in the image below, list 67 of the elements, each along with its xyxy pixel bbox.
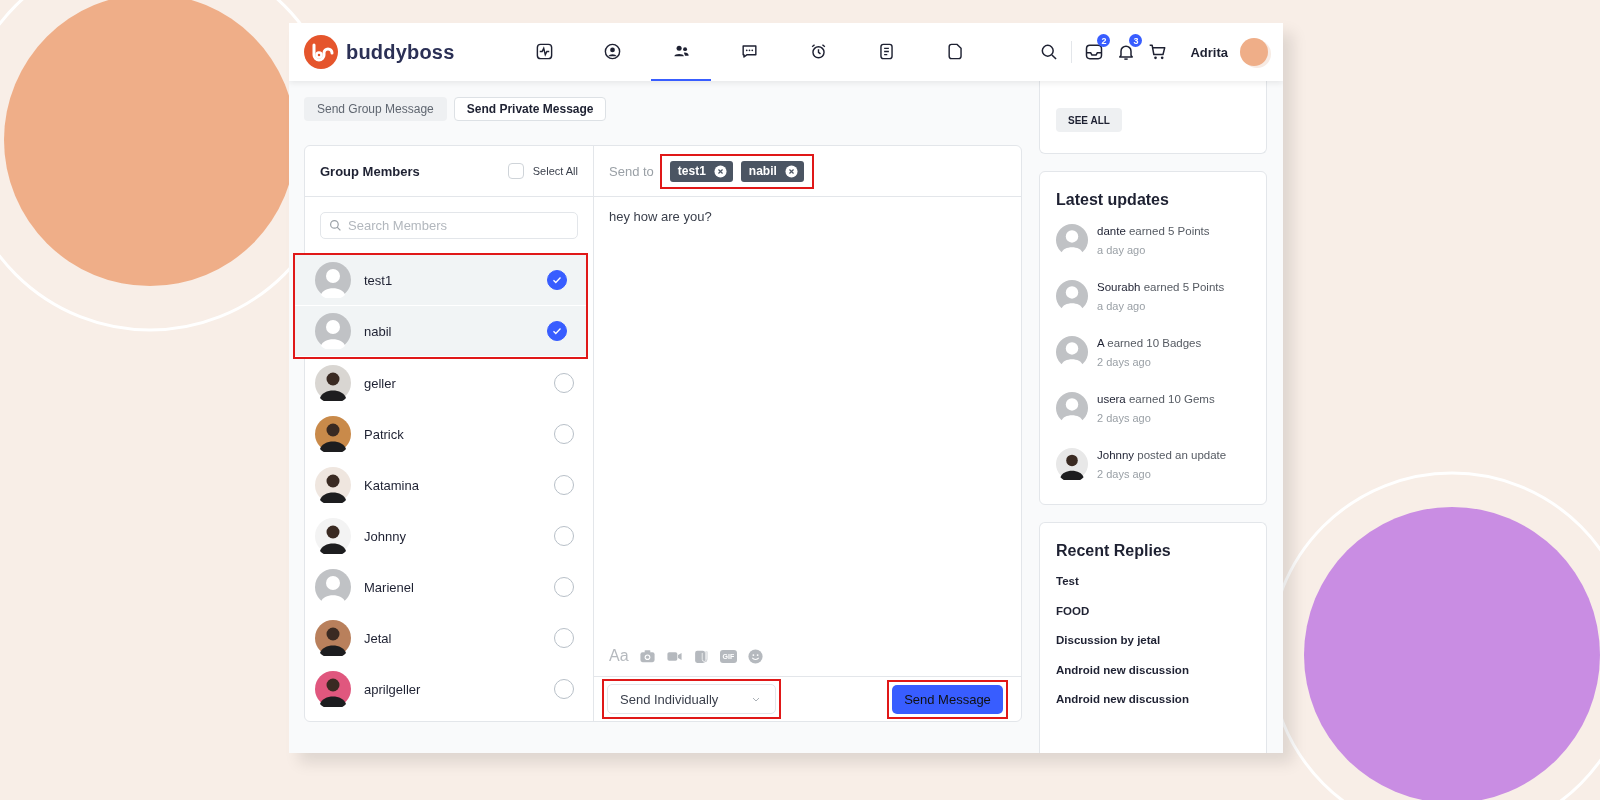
message-type-tab[interactable]: Send Private Message: [453, 97, 607, 121]
caret-icon: [752, 696, 760, 702]
timestamp: 2 days ago: [1097, 412, 1152, 424]
activity-text: usera earned 10 Gems: [1097, 393, 1215, 405]
reply-link[interactable]: Test: [1056, 575, 1250, 605]
message-text[interactable]: hey how are you?: [594, 197, 1021, 646]
recipient-tag[interactable]: test1: [669, 160, 733, 182]
member-name: Johnny: [364, 528, 407, 544]
member-name: Jetal: [364, 630, 393, 646]
search-icon[interactable]: [1039, 42, 1060, 62]
member-name: Marienel: [364, 579, 415, 595]
member-row[interactable]: geller: [305, 358, 593, 409]
camera-icon[interactable]: [638, 647, 656, 665]
checkbox[interactable]: [507, 163, 524, 179]
activity-text: Sourabh earned 5 Points: [1097, 281, 1225, 293]
reply-link[interactable]: Discussion by jetal: [1056, 634, 1250, 664]
widget-title: Recent Replies: [1056, 542, 1172, 560]
page-icon: [945, 41, 965, 61]
member-name: aprilgeller: [364, 681, 422, 697]
widget-title: Latest updates: [1056, 191, 1170, 209]
reply-link[interactable]: Android new discussion: [1056, 663, 1250, 694]
send-message-button[interactable]: Send Message: [892, 684, 1003, 714]
member-row[interactable]: Johnny: [305, 511, 593, 562]
member-row[interactable]: nabil: [294, 306, 587, 357]
recipient-tag[interactable]: nabil: [740, 160, 804, 182]
member-row[interactable]: Jetal: [305, 613, 593, 664]
count-badge: 3: [1129, 34, 1143, 47]
member-row[interactable]: aprilgeller: [305, 664, 593, 715]
member-name: Patrick: [364, 426, 405, 442]
select-circle[interactable]: [547, 270, 567, 290]
inbox-icon[interactable]: [1084, 42, 1105, 62]
member-name: geller: [364, 375, 397, 391]
member-name: test1: [364, 272, 394, 288]
document-icon: [877, 41, 896, 61]
member-row[interactable]: Marienel: [305, 562, 593, 613]
count-badge: 2: [1097, 34, 1111, 47]
activity-text: Johnny posted an update: [1097, 449, 1227, 461]
panel-title: Group Members: [320, 163, 420, 179]
user-name[interactable]: Adrita: [1190, 44, 1228, 60]
member-row[interactable]: Katamina: [305, 460, 593, 511]
logo-icon[interactable]: [304, 35, 338, 69]
select-circle[interactable]: [547, 321, 567, 341]
select-all-label[interactable]: Select All: [532, 165, 578, 177]
timestamp: a day ago: [1097, 244, 1147, 256]
reply-link[interactable]: FOOD: [1056, 604, 1250, 635]
member-row[interactable]: Patrick: [305, 409, 593, 460]
timestamp: a day ago: [1097, 300, 1147, 312]
user-avatar[interactable]: [1240, 38, 1268, 66]
member-row[interactable]: test1: [294, 255, 587, 306]
member-name: nabil: [364, 323, 393, 339]
reply-link[interactable]: Android new discussion: [1056, 693, 1250, 723]
member-name: Katamina: [364, 477, 420, 493]
profile-icon: [603, 41, 622, 61]
search-field[interactable]: Search Members: [320, 212, 578, 239]
remove-icon[interactable]: [784, 164, 798, 178]
timestamp: 2 days ago: [1097, 468, 1152, 480]
activity-text: A earned 10 Badges: [1097, 337, 1202, 349]
activity-icon: [534, 41, 554, 61]
emoji-icon[interactable]: [747, 647, 765, 665]
remove-icon[interactable]: [713, 164, 727, 178]
brand-name[interactable]: buddyboss: [346, 40, 455, 64]
send-to-label: Send to: [609, 163, 654, 179]
message-type-tab[interactable]: Send Group Message: [304, 97, 447, 121]
timestamp: 2 days ago: [1097, 356, 1152, 368]
send-mode-dropdown[interactable]: Send Individually: [607, 684, 776, 714]
activity-text: dante earned 5 Points: [1097, 225, 1210, 237]
see-all-button[interactable]: SEE ALL: [1056, 108, 1122, 132]
